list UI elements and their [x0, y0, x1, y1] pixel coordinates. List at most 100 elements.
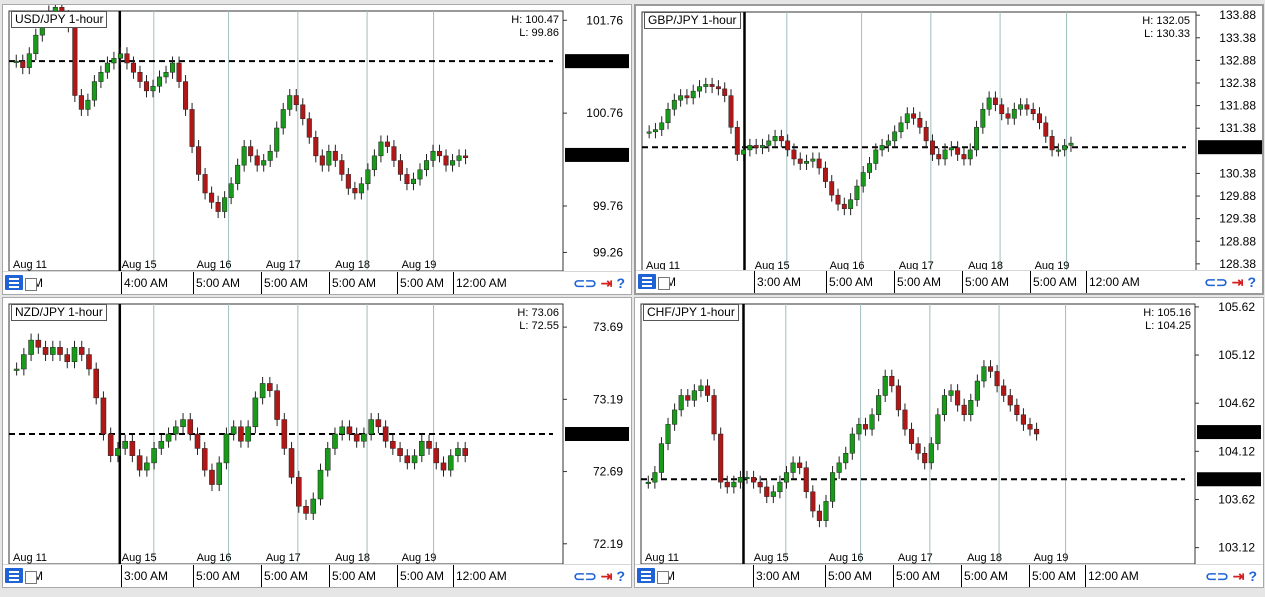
candle-body — [287, 95, 293, 110]
candle-body — [346, 426, 353, 435]
candle-body — [770, 491, 776, 497]
candle-body — [378, 141, 384, 157]
candle-body — [902, 409, 908, 430]
candle-body — [430, 150, 436, 161]
checkbox-icon[interactable] — [25, 278, 37, 291]
candle-body — [685, 395, 691, 401]
candle-body — [697, 86, 702, 92]
x-date-label: Aug 18 — [335, 552, 370, 564]
candle-body — [352, 188, 358, 194]
link-icon[interactable]: ⊂⊃ — [573, 275, 596, 291]
candle-body — [303, 505, 309, 514]
candle-body — [711, 395, 717, 435]
chart-canvas[interactable]: 133.88 133.38 132.88 132.38 131.88 131.38 130.… — [636, 6, 1264, 295]
checkbox-icon[interactable] — [657, 571, 669, 584]
time-label: 5:00 AM — [961, 565, 1008, 587]
chart-canvas[interactable]: 105.62 105.12 104.62 104.12 103.62 103.12 Aug … — [635, 298, 1264, 588]
candle-body — [209, 469, 215, 485]
candle-body — [361, 433, 367, 442]
candle-body — [948, 390, 954, 396]
menu-list-icon[interactable] — [638, 274, 656, 289]
checkbox-icon[interactable] — [25, 571, 37, 584]
link-icon[interactable]: ⊂⊃ — [1205, 568, 1228, 584]
time-label: 5:00 AM — [826, 271, 873, 293]
candle-body — [21, 354, 27, 370]
candle-body — [1024, 104, 1030, 110]
candle-body — [671, 99, 677, 110]
jump-to-end-icon[interactable]: ⇥ — [601, 568, 613, 584]
help-icon[interactable]: ? — [616, 275, 625, 291]
help-icon[interactable]: ? — [1248, 568, 1257, 584]
chart-canvas[interactable]: 73.6973.1972.6972.19Aug 11 Aug 15 Aug 16 Au… — [3, 298, 632, 588]
candle-body — [456, 155, 462, 161]
toolbar-icons: ⊂⊃ ⇥? — [1201, 567, 1257, 585]
checkbox-icon[interactable] — [658, 277, 670, 290]
candle-body — [426, 440, 432, 449]
candle-body — [375, 419, 382, 428]
candle-body — [1014, 404, 1020, 415]
candle-body — [170, 62, 176, 73]
candle-body — [137, 72, 143, 82]
chart-toolbar: PM3:00 AM5:00 AM5:00 AM5:00 AM5:00 AM12:… — [635, 564, 1263, 587]
help-icon[interactable]: ? — [616, 568, 625, 584]
help-icon[interactable]: ? — [1247, 274, 1256, 290]
candle-body — [194, 433, 201, 449]
jump-to-end-icon[interactable]: ⇥ — [1233, 568, 1245, 584]
y-tick-label: 132.88 — [1219, 53, 1256, 67]
candle-body — [235, 164, 241, 184]
time-label: 5:00 AM — [397, 272, 444, 294]
candle-body — [443, 155, 449, 166]
candle-body — [85, 99, 91, 110]
chart-panel-chfjpy[interactable]: 105.62 105.12 104.62 104.12 103.62 103.12 Aug … — [634, 297, 1264, 588]
candle-body — [222, 197, 228, 212]
menu-list-icon[interactable] — [5, 275, 23, 290]
time-label: 5:00 AM — [329, 565, 376, 587]
jump-to-end-icon[interactable]: ⇥ — [601, 275, 613, 291]
candle-body — [280, 109, 286, 129]
candle-body — [885, 140, 891, 146]
candle-body — [1027, 424, 1033, 430]
candle-body — [98, 72, 104, 82]
candle-body — [397, 160, 403, 175]
high-low-readout: H: 100.47 L: 99.86 — [511, 14, 559, 40]
chart-toolbar: PM3:00 AM5:00 AM5:00 AM5:00 AM5:00 AM12:… — [3, 564, 631, 587]
candle-body — [189, 109, 195, 147]
candlesticks — [645, 360, 1040, 528]
chart-panel-nzdjpy[interactable]: 73.69 73.19 72.69 72.19 Aug 11 Aug 15 Aug 16 Au… — [2, 297, 632, 588]
candle-body — [122, 440, 128, 449]
candle-body — [1020, 414, 1026, 425]
candle-body — [332, 433, 338, 449]
candle-body — [741, 149, 747, 155]
chart-title: USD/JPY 1-hour — [11, 11, 108, 28]
candle-body — [772, 136, 778, 142]
candle-body — [652, 472, 658, 483]
plot-frame — [641, 11, 1197, 273]
candle-body — [911, 113, 917, 119]
chart-panel-gbpjpy[interactable]: 133.88 133.38 132.88 132.38 131.88 131.38 130.… — [634, 4, 1264, 295]
candle-body — [704, 385, 711, 396]
menu-list-icon[interactable] — [637, 568, 655, 583]
jump-to-end-icon[interactable]: ⇥ — [1232, 274, 1244, 290]
link-icon[interactable]: ⊂⊃ — [573, 568, 596, 584]
x-date-label: Aug 18 — [967, 552, 1002, 564]
link-icon[interactable]: ⊂⊃ — [1204, 274, 1227, 290]
candle-body — [753, 145, 759, 148]
candle-body — [915, 443, 921, 454]
candle-body — [703, 84, 709, 87]
price-marker — [565, 54, 629, 69]
candle-body — [849, 433, 855, 454]
candle-body — [136, 455, 143, 471]
candle-body — [455, 448, 461, 456]
chart-panel-usdjpy[interactable]: 101.76 100.76 99.76 99.26 Aug 11 Aug 15 Aug 16… — [2, 4, 632, 295]
chart-canvas[interactable]: 101.76 100.76 99.76 99.26 Aug 11 Aug 15 Aug 16… — [3, 5, 632, 295]
menu-list-icon[interactable] — [5, 568, 23, 583]
candle-body — [248, 146, 254, 157]
time-label: 12:00 AM — [1086, 271, 1140, 293]
chart-title: NZD/JPY 1-hour — [11, 304, 107, 321]
candle-body — [797, 158, 803, 164]
candle-body — [215, 202, 221, 212]
candle-body — [201, 448, 208, 471]
candle-body — [274, 390, 280, 420]
time-label: 5:00 AM — [193, 272, 240, 294]
y-tick-label: 103.12 — [1218, 541, 1255, 555]
